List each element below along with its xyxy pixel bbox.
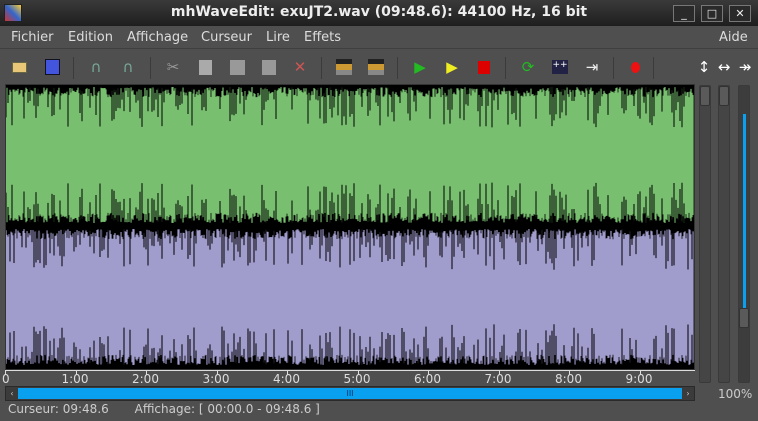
maximize-button[interactable]: □ (701, 5, 723, 22)
cursor-position: Curseur: 09:48.6 (8, 402, 109, 416)
menu-curseur[interactable]: Curseur (201, 30, 252, 45)
zoom-slider[interactable] (738, 85, 750, 383)
status-bar: Curseur: 09:48.6 Affichage: [ 00:00.0 - … (8, 402, 320, 416)
slider-knob[interactable] (719, 86, 729, 106)
save-icon[interactable] (42, 57, 62, 77)
title-bar: mhWaveEdit: exuJT2.wav (09:48.6): 44100 … (0, 0, 758, 26)
ruler-tick-label: 8:00 (555, 372, 582, 386)
volume-slider-left[interactable] (699, 85, 711, 383)
silence-icon[interactable] (366, 57, 386, 77)
stop-icon[interactable] (474, 57, 494, 77)
slider-knob[interactable] (700, 86, 710, 106)
menu-aide[interactable]: Aide (719, 30, 748, 45)
paste-icon[interactable] (227, 57, 247, 77)
open-icon[interactable] (9, 57, 29, 77)
ruler-tick-label: 5:00 (343, 372, 371, 386)
left-channel-waveform (5, 85, 694, 225)
vertical-zoom-icon[interactable]: ↕ (694, 57, 714, 77)
paste-over-icon[interactable] (259, 57, 279, 77)
waveform-view[interactable] (5, 84, 695, 370)
zoom-level: 100% (718, 387, 753, 401)
cut-icon[interactable]: ✂ (163, 57, 183, 77)
menu-fichier[interactable]: Fichier (11, 30, 54, 45)
view-range: Affichage: [ 00:00.0 - 09:48.6 ] (134, 402, 320, 416)
scroll-right-button[interactable]: › (683, 388, 693, 399)
delete-icon[interactable]: ✕ (290, 57, 310, 77)
menu-lire[interactable]: Lire (266, 30, 290, 45)
zoom-slider-knob[interactable] (739, 308, 749, 328)
scroll-thumb[interactable]: III (18, 388, 682, 399)
scroll-left-button[interactable]: ‹ (7, 388, 17, 399)
waveform-svg (5, 85, 694, 367)
ruler-tick-label: 2:00 (132, 372, 159, 386)
bounce-icon[interactable]: ⇥ (582, 57, 602, 77)
ruler-tick-label: 9:00 (625, 372, 653, 386)
horizontal-scrollbar[interactable]: ‹ III › (5, 386, 695, 401)
speed-icon[interactable]: ↠ (735, 57, 755, 77)
undo-icon[interactable]: ∩ (86, 57, 106, 77)
menu-bar: Fichier Edition Affichage Curseur Lire E… (0, 26, 758, 48)
loop-icon[interactable]: ⟳ (518, 57, 538, 77)
menu-edition[interactable]: Edition (68, 30, 113, 45)
ruler-tick-label: 0 (2, 372, 10, 386)
crop-icon[interactable] (334, 57, 354, 77)
redo-icon[interactable]: ∩ (118, 57, 138, 77)
play-selection-icon[interactable]: ▶ (442, 57, 462, 77)
menu-effets[interactable]: Effets (304, 30, 341, 45)
minimize-button[interactable]: _ (673, 5, 695, 22)
horizontal-zoom-icon[interactable]: ↔ (714, 57, 734, 77)
time-ruler[interactable]: 0 1:00 2:00 3:00 4:00 5:00 6:00 7:00 8:00 9:00 (2, 370, 695, 386)
close-button[interactable]: ✕ (729, 5, 751, 22)
window-title: mhWaveEdit: exuJT2.wav (09:48.6): 44100 … (170, 4, 588, 20)
ruler-tick-label: 3:00 (202, 372, 230, 386)
ruler-tick-label: 6:00 (414, 372, 441, 386)
toolbar: ∩ ∩ ✂ ✕ ▶ ▶ ⟳ ++ ⇥ ↕ ↔ ↠ (0, 48, 758, 84)
follow-icon[interactable]: ++ (550, 57, 570, 77)
record-icon[interactable] (625, 57, 645, 77)
volume-slider-right[interactable] (718, 85, 730, 383)
copy-icon[interactable] (195, 57, 215, 77)
menu-affichage[interactable]: Affichage (127, 30, 188, 45)
right-channel-waveform (5, 227, 694, 367)
ruler-tick-label: 4:00 (273, 372, 300, 386)
play-icon[interactable]: ▶ (410, 57, 430, 77)
ruler-tick-label: 7:00 (484, 372, 512, 386)
ruler-tick-label: 1:00 (61, 372, 89, 386)
